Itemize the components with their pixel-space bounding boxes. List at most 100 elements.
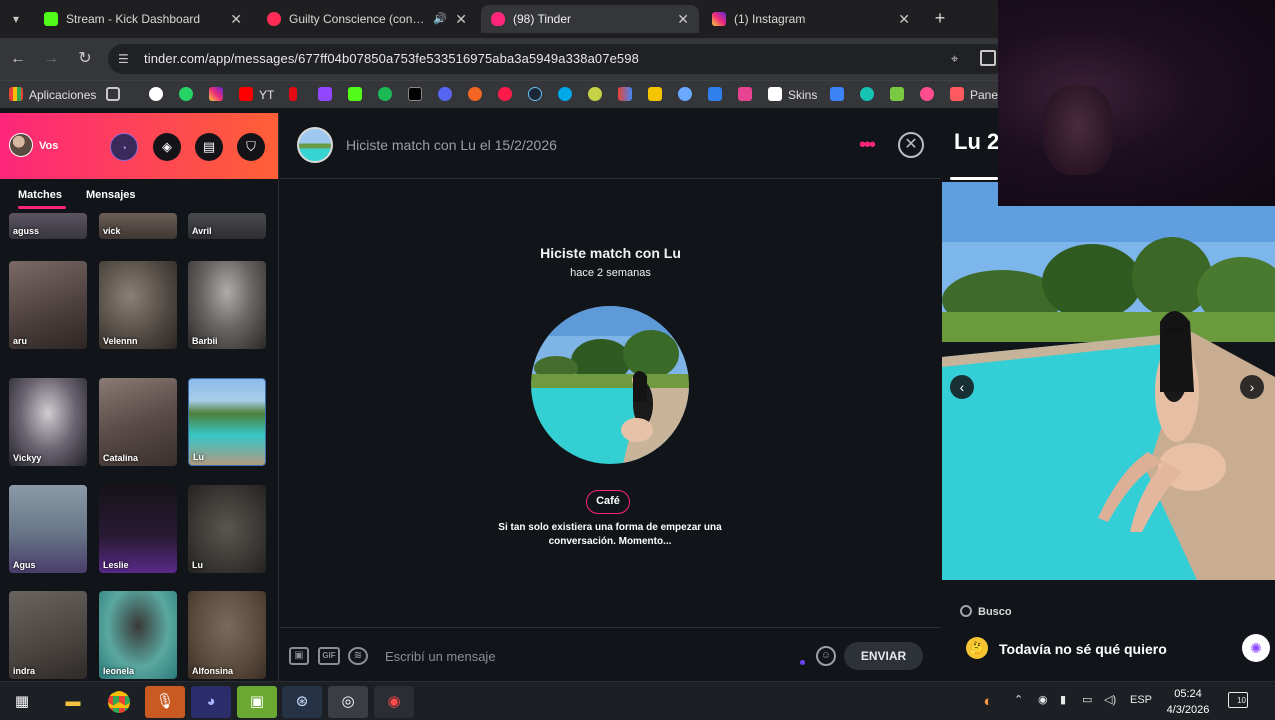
instagram-icon[interactable] — [209, 87, 223, 101]
match-card-selected[interactable]: Lu — [188, 378, 266, 466]
match-card[interactable]: indra — [9, 591, 87, 679]
steam-taskbar-icon[interactable]: ⊛ — [282, 686, 322, 718]
tab-instagram[interactable]: (1) Instagram ✕ — [702, 5, 920, 33]
bookmark-cloud-icon[interactable] — [678, 87, 692, 101]
spotify-icon[interactable] — [378, 87, 392, 101]
match-card[interactable]: Leslie — [99, 485, 177, 573]
address-bar[interactable]: ☰ tinder.com/app/messages/677ff04b07850a… — [108, 44, 1008, 74]
send-button[interactable]: ENVIAR — [844, 642, 923, 670]
bookmark-skins[interactable]: Skins — [788, 87, 817, 103]
match-card[interactable]: Catalina — [99, 378, 177, 466]
gmail-icon[interactable] — [618, 87, 632, 101]
tab-kick-dashboard[interactable]: Stream - Kick Dashboard ✕ — [34, 5, 252, 33]
sticker-icon[interactable]: ▣ — [289, 647, 309, 665]
emoji-icon[interactable]: ☺ — [816, 646, 836, 666]
file-explorer-icon[interactable]: ▬ — [53, 686, 93, 718]
install-app-icon[interactable] — [980, 50, 996, 66]
match-card[interactable]: aguss — [9, 213, 87, 239]
new-tab-button[interactable]: + — [930, 8, 950, 28]
start-grid-icon[interactable]: ▦ — [2, 686, 42, 718]
match-card[interactable]: Avril — [188, 213, 266, 239]
previous-photo-arrow-icon[interactable]: ‹ — [950, 375, 974, 399]
tool-icon[interactable] — [588, 87, 602, 101]
grid-icon[interactable] — [106, 87, 120, 101]
site-settings-icon[interactable]: ☰ — [118, 51, 134, 67]
shield-icon[interactable]: ⛉ — [237, 133, 265, 161]
match-photo[interactable] — [531, 306, 689, 464]
tab-close-icon[interactable]: ✕ — [455, 5, 467, 33]
close-chat-button[interactable]: ✕ — [898, 132, 924, 158]
android-app-icon[interactable]: ▣ — [237, 686, 277, 718]
gif-button[interactable]: GIF — [318, 647, 340, 665]
match-card[interactable]: leonela — [99, 591, 177, 679]
web-icon[interactable] — [558, 87, 572, 101]
forward-arrow-icon[interactable]: → — [41, 49, 61, 69]
match-card[interactable]: aru — [9, 261, 87, 349]
system-clock[interactable]: 05:24 4/3/2026 — [1158, 686, 1218, 718]
chrome-icon[interactable] — [99, 686, 139, 718]
bookmark-teal-icon[interactable] — [860, 87, 874, 101]
bookmark-yellow-icon[interactable] — [648, 87, 662, 101]
panel-icon[interactable] — [950, 87, 964, 101]
music-icon[interactable] — [498, 87, 512, 101]
language-indicator[interactable]: ESP — [1130, 692, 1152, 708]
youtube-icon[interactable] — [239, 87, 253, 101]
next-photo-arrow-icon[interactable]: › — [1240, 375, 1264, 399]
bookmark-green-icon[interactable] — [890, 87, 904, 101]
location-pin-icon[interactable]: ⌖ — [951, 51, 958, 67]
my-avatar[interactable] — [9, 133, 33, 157]
chrome-window-icon[interactable]: ◎ — [328, 686, 368, 718]
match-card[interactable]: Vickyy — [9, 378, 87, 466]
bookmark-panel[interactable]: Panel — [970, 87, 1001, 103]
tab-close-icon[interactable]: ✕ — [898, 5, 910, 33]
notion-icon[interactable] — [768, 87, 782, 101]
netflix-icon[interactable] — [289, 87, 297, 101]
match-card[interactable]: Lu — [188, 485, 266, 573]
tab-matches[interactable]: Matches — [18, 189, 62, 201]
tray-mic-icon[interactable]: ▮ — [1060, 692, 1066, 708]
crunchyroll-icon[interactable] — [468, 87, 482, 101]
more-options-icon[interactable]: ••• — [859, 135, 876, 155]
explore-compass-icon[interactable]: ◈ — [153, 133, 181, 161]
speaker-icon[interactable]: 🔊 — [433, 5, 447, 33]
obs-icon[interactable]: ◉ — [374, 686, 414, 718]
discord-taskbar-icon[interactable]: ◕ — [191, 686, 231, 718]
match-avatar[interactable] — [297, 127, 333, 163]
whatsapp-icon[interactable] — [179, 87, 193, 101]
spotify-share-icon[interactable]: ≋ — [348, 647, 368, 665]
bookmark-blue-icon[interactable] — [830, 87, 844, 101]
tray-network-icon[interactable]: ▭ — [1082, 692, 1092, 708]
my-profile-label[interactable]: Vos — [39, 140, 58, 152]
profile-photo[interactable] — [942, 182, 1275, 580]
microphone-app-icon[interactable]: 🎙 — [145, 686, 185, 718]
match-card[interactable]: Velennn — [99, 261, 177, 349]
message-input[interactable] — [385, 647, 785, 665]
briefcase-icon[interactable]: ▤ — [195, 133, 223, 161]
tray-chevron-icon[interactable]: ⌃ — [1014, 692, 1023, 708]
clock-icon[interactable] — [149, 87, 163, 101]
floating-action-button[interactable]: ✺ — [1242, 634, 1270, 662]
tab-close-icon[interactable]: ✕ — [230, 5, 242, 33]
back-arrow-icon[interactable]: ← — [8, 49, 28, 69]
bookmark-yt[interactable]: YT — [259, 87, 274, 103]
discord-icon[interactable] — [438, 87, 452, 101]
url-text[interactable]: tinder.com/app/messages/677ff04b07850a75… — [144, 51, 639, 66]
bookmark-apps[interactable]: Aplicaciones — [29, 87, 96, 103]
tab-tinder[interactable]: (98) Tinder ✕ — [481, 5, 699, 33]
tinder-bookmark-icon[interactable] — [920, 87, 934, 101]
tray-record-icon[interactable]: ◉ — [1038, 692, 1048, 708]
game-overlay-icon[interactable]: ◐ — [968, 686, 1008, 718]
reload-icon[interactable]: ↻ — [75, 49, 95, 69]
match-card[interactable]: vick — [99, 213, 177, 239]
match-card[interactable]: Barbii — [188, 261, 266, 349]
tab-search-icon[interactable]: ▾ — [6, 9, 26, 29]
notifications-icon[interactable]: 10 — [1228, 692, 1248, 708]
tab-close-icon[interactable]: ✕ — [677, 5, 689, 33]
twitch-icon[interactable] — [318, 87, 332, 101]
steam-icon[interactable] — [528, 87, 542, 101]
tab-youtube-music[interactable]: Guilty Conscience (con Dr. D 🔊 ✕ — [257, 5, 477, 33]
tl-icon[interactable] — [708, 87, 722, 101]
kick-icon[interactable] — [348, 87, 362, 101]
match-card[interactable]: Agus — [9, 485, 87, 573]
match-card[interactable]: Alfonsina — [188, 591, 266, 679]
